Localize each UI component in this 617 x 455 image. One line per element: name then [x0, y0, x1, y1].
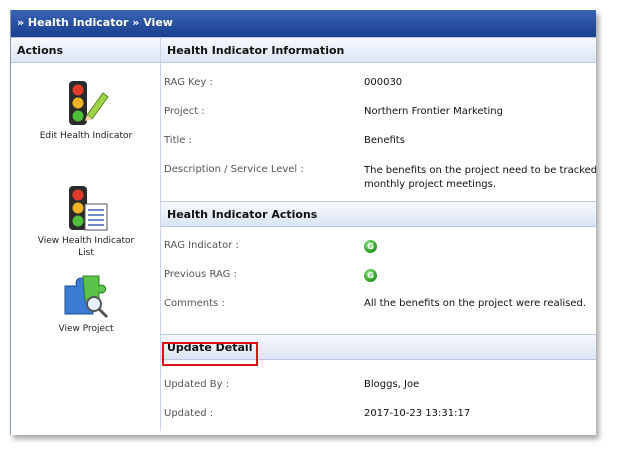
- traffic-light-list-icon: [69, 186, 108, 231]
- rag-key-label: RAG Key :: [164, 77, 213, 88]
- project-row: Project : Northern Frontier Marketing: [161, 106, 596, 122]
- view-project-action[interactable]: View Project: [31, 272, 141, 335]
- updated-value: 2017-10-23 13:31:17: [364, 408, 471, 419]
- rag-indicator-label: RAG Indicator :: [164, 240, 239, 251]
- edit-health-indicator-label: Edit Health Indicator: [39, 131, 133, 141]
- description-row: Description / Service Level : The benefi…: [161, 164, 596, 194]
- updated-row: Updated : 2017-10-23 13:31:17: [161, 408, 596, 424]
- actions-sidebar: Actions Edit Health Indicator View Healt…: [11, 37, 161, 435]
- rag-key-row: RAG Key : 000030: [161, 77, 596, 93]
- previous-rag-label: Previous RAG :: [164, 269, 237, 280]
- comments-value: All the benefits on the project were rea…: [364, 298, 587, 309]
- previous-rag-row: Previous RAG : G: [161, 269, 596, 285]
- updated-by-row: Updated By : Bloggs, Joe: [161, 379, 596, 395]
- project-label: Project :: [164, 106, 205, 117]
- project-value: Northern Frontier Marketing: [364, 106, 503, 117]
- previous-rag-green-icon: G: [364, 269, 377, 282]
- health-indicator-information-header: Health Indicator Information: [161, 37, 596, 63]
- updated-by-label: Updated By :: [164, 379, 230, 390]
- window: » Health Indicator » View Actions Edit H…: [10, 10, 596, 435]
- comments-label: Comments :: [164, 298, 225, 309]
- title-value: Benefits: [364, 135, 405, 146]
- rag-key-value: 000030: [364, 77, 403, 88]
- view-health-indicator-list-label: View Health Indicator List: [37, 236, 135, 258]
- traffic-light-pencil-icon: [69, 81, 109, 125]
- rag-indicator-row: RAG Indicator : G: [161, 240, 596, 256]
- updated-label: Updated :: [164, 408, 214, 419]
- puzzle-magnifier-icon: [64, 275, 109, 319]
- health-indicator-actions-header: Health Indicator Actions: [161, 201, 596, 227]
- torn-edge-decoration: [11, 427, 596, 435]
- view-health-indicator-list-action[interactable]: View Health Indicator List: [31, 184, 141, 259]
- view-project-label: View Project: [58, 324, 114, 334]
- rag-indicator-green-icon: G: [364, 240, 377, 253]
- page-breadcrumb: » Health Indicator » View: [11, 10, 596, 37]
- description-value: The benefits on the project need to be t…: [364, 165, 596, 190]
- updated-by-value: Bloggs, Joe: [364, 379, 420, 390]
- title-label: Title :: [164, 135, 192, 146]
- comments-row: Comments : All the benefits on the proje…: [161, 298, 596, 314]
- update-detail-highlight-box: [162, 342, 258, 366]
- title-row: Title : Benefits: [161, 135, 596, 151]
- edit-health-indicator-action[interactable]: Edit Health Indicator: [31, 79, 141, 142]
- actions-header: Actions: [11, 37, 160, 63]
- main-content: Health Indicator Information RAG Key : 0…: [161, 37, 596, 435]
- description-label: Description / Service Level :: [164, 164, 304, 175]
